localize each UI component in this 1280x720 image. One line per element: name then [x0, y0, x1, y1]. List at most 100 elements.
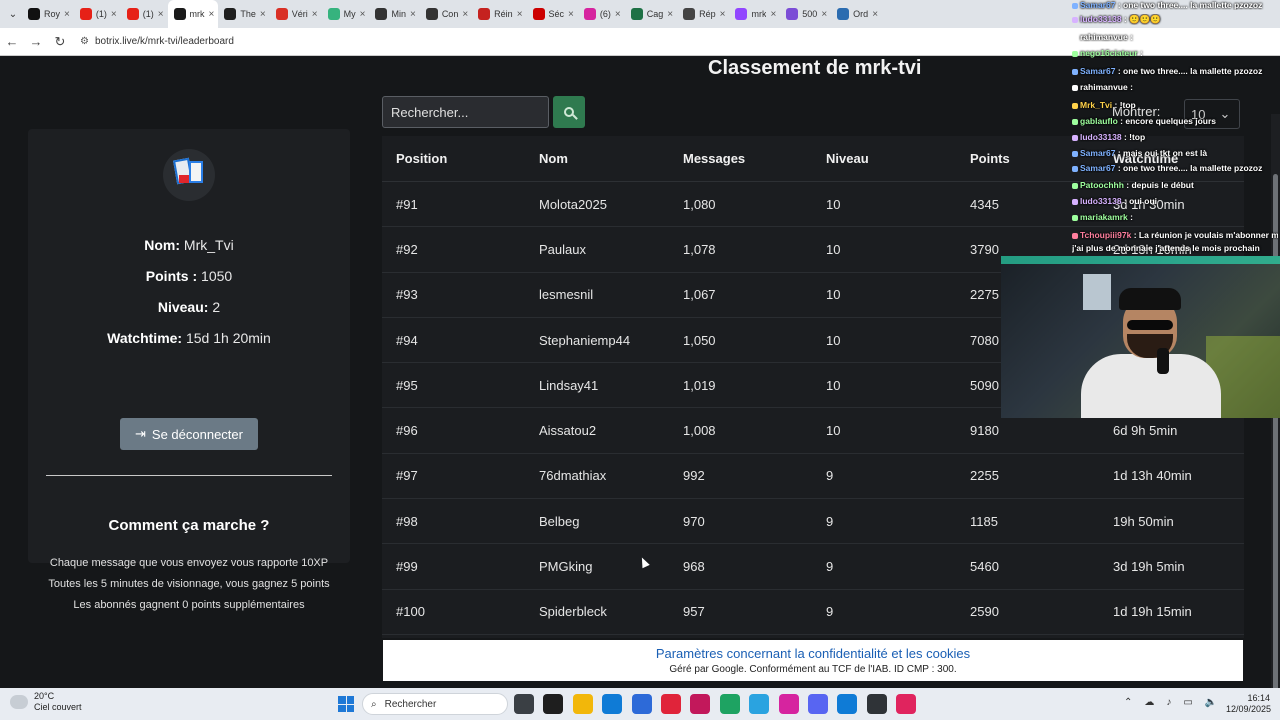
browser-tab[interactable]: Véri × [270, 0, 322, 28]
close-icon[interactable]: × [720, 9, 726, 20]
browser-tab[interactable]: Cag × [625, 0, 677, 28]
table-cell: 1,008 [683, 423, 716, 439]
tab-title: Séc [548, 9, 565, 19]
cookie-settings-link[interactable]: Paramètres concernant la confidentialité… [383, 646, 1243, 661]
close-icon[interactable]: × [667, 9, 673, 20]
taskbar-app-icon[interactable] [778, 694, 799, 714]
chat-text: : one two three.... la mallette pzozoz [1117, 163, 1263, 173]
table-cell: 76dmathiax [539, 468, 607, 484]
browser-tab[interactable]: Rép × [677, 0, 729, 28]
column-header[interactable]: Niveau [812, 151, 956, 166]
browser-tab[interactable]: Con × [420, 0, 472, 28]
browser-tab[interactable]: Ord × [831, 0, 882, 28]
chat-username: Samar67 [1080, 163, 1116, 173]
close-icon[interactable]: × [821, 9, 827, 20]
close-icon[interactable]: × [568, 9, 574, 20]
table-cell: 10 [826, 287, 841, 303]
table-cell: #92 [396, 241, 418, 257]
avatar [163, 149, 215, 201]
close-icon[interactable]: × [260, 9, 266, 20]
table-cell: Paulaux [539, 241, 586, 257]
browser-tab[interactable]: Séc × [527, 0, 578, 28]
browser-tab[interactable]: My × [322, 0, 370, 28]
close-icon[interactable]: × [770, 9, 776, 20]
chat-username: ludo33138 [1080, 196, 1122, 206]
chat-text: : [1140, 48, 1143, 58]
chat-username: Samar67 [1080, 148, 1116, 158]
chat-message: ludo33138 : 🙂🙂🙂 [1072, 14, 1278, 25]
system-tray[interactable]: ⌃ ☁ ♪ ▭ 🔈 [1124, 697, 1229, 708]
chat-text: : oui oui [1123, 196, 1157, 206]
start-button[interactable] [338, 696, 354, 712]
chat-message: ludo33138 : oui oui [1072, 196, 1278, 206]
browser-tab[interactable]: Roy × [22, 0, 74, 28]
taskbar-search[interactable]: ⌕ Rechercher [362, 693, 508, 715]
taskbar-app-icon[interactable] [514, 694, 534, 714]
taskbar-app-icon[interactable] [543, 694, 564, 714]
browser-tab[interactable]: (1) × [74, 0, 121, 28]
taskbar-app-icon[interactable] [602, 694, 623, 714]
chat-username: ludo33138 [1080, 14, 1122, 24]
close-icon[interactable]: × [111, 9, 117, 20]
close-icon[interactable]: × [209, 9, 215, 20]
browser-tab[interactable]: (6) × [578, 0, 625, 28]
tab-favicon-icon [275, 8, 288, 20]
browser-tab[interactable]: The × [218, 0, 269, 28]
cookie-banner[interactable]: Paramètres concernant la confidentialité… [383, 640, 1243, 681]
taskbar-app-icon[interactable] [660, 694, 681, 714]
chat-badge-icon [1072, 232, 1078, 239]
close-icon[interactable]: × [158, 9, 164, 20]
tab-favicon-icon [786, 8, 799, 20]
browser-tab[interactable]: mrk × [729, 0, 780, 28]
tab-search-icon[interactable]: ⌄ [4, 5, 22, 23]
reload-icon[interactable]: ↻ [48, 34, 72, 50]
column-header[interactable]: Nom [525, 151, 669, 166]
table-row: #99 PMGking 968 9 5460 3d 19h 5min [382, 544, 1244, 590]
table-cell: #91 [396, 196, 418, 212]
browser-tab[interactable]: (1) × [121, 0, 168, 28]
chat-text: : La réunion je voulais m'abonner mais [1133, 230, 1278, 240]
taskbar-app-icon[interactable] [866, 694, 887, 714]
close-icon[interactable]: × [872, 9, 878, 20]
forward-icon[interactable]: → [24, 34, 48, 49]
close-icon[interactable]: × [410, 9, 416, 20]
logout-button[interactable]: ⇥ Se déconnecter [120, 418, 258, 450]
chat-username: rahimanvue [1080, 82, 1128, 92]
chat-message: nego16ciateur : [1072, 48, 1278, 58]
taskbar-app-icon[interactable] [690, 694, 711, 714]
site-info-icon[interactable]: ⚙ [80, 36, 89, 47]
close-icon[interactable]: × [360, 9, 366, 20]
browser-tab[interactable]: Réin × [472, 0, 526, 28]
search-button[interactable] [553, 96, 585, 128]
clock[interactable]: 16:14 12/09/2025 [1226, 693, 1271, 715]
column-header[interactable]: Position [382, 151, 525, 166]
close-icon[interactable]: × [462, 9, 468, 20]
url-field[interactable]: ⚙ botrix.live/k/mrk-tvi/leaderboard [80, 36, 234, 47]
close-icon[interactable]: × [517, 9, 523, 20]
close-icon[interactable]: × [64, 9, 70, 20]
url-text: botrix.live/k/mrk-tvi/leaderboard [94, 36, 234, 47]
taskbar-app-icon[interactable] [896, 694, 917, 714]
taskbar-app-icon[interactable] [719, 694, 740, 714]
taskbar-app-icon[interactable] [572, 694, 593, 714]
table-cell: #94 [396, 332, 418, 348]
tab-favicon-icon [327, 8, 340, 20]
browser-tab[interactable]: mrk × [167, 0, 219, 28]
taskbar-app-icon[interactable] [631, 694, 652, 714]
tab-title: Con [441, 9, 459, 19]
taskbar-app-icon[interactable] [807, 694, 828, 714]
close-icon[interactable]: × [615, 9, 621, 20]
taskbar-app-icon[interactable] [837, 694, 858, 714]
taskbar-app-icon[interactable] [749, 694, 770, 714]
search-input[interactable]: Rechercher... [382, 96, 549, 128]
weather-widget[interactable]: 20°C Ciel couvert [10, 691, 82, 713]
chat-username: Tchoupiii97k [1080, 230, 1132, 240]
chat-username: Mrk_Tvi [1080, 100, 1113, 110]
chat-text: : [1130, 82, 1133, 92]
column-header[interactable]: Messages [669, 151, 812, 166]
browser-tab[interactable]: 500 × [780, 0, 831, 28]
tab-favicon-icon [425, 8, 438, 20]
close-icon[interactable]: × [312, 9, 318, 20]
browser-tab[interactable]: Min × [369, 0, 419, 28]
back-icon[interactable]: ← [0, 34, 24, 49]
